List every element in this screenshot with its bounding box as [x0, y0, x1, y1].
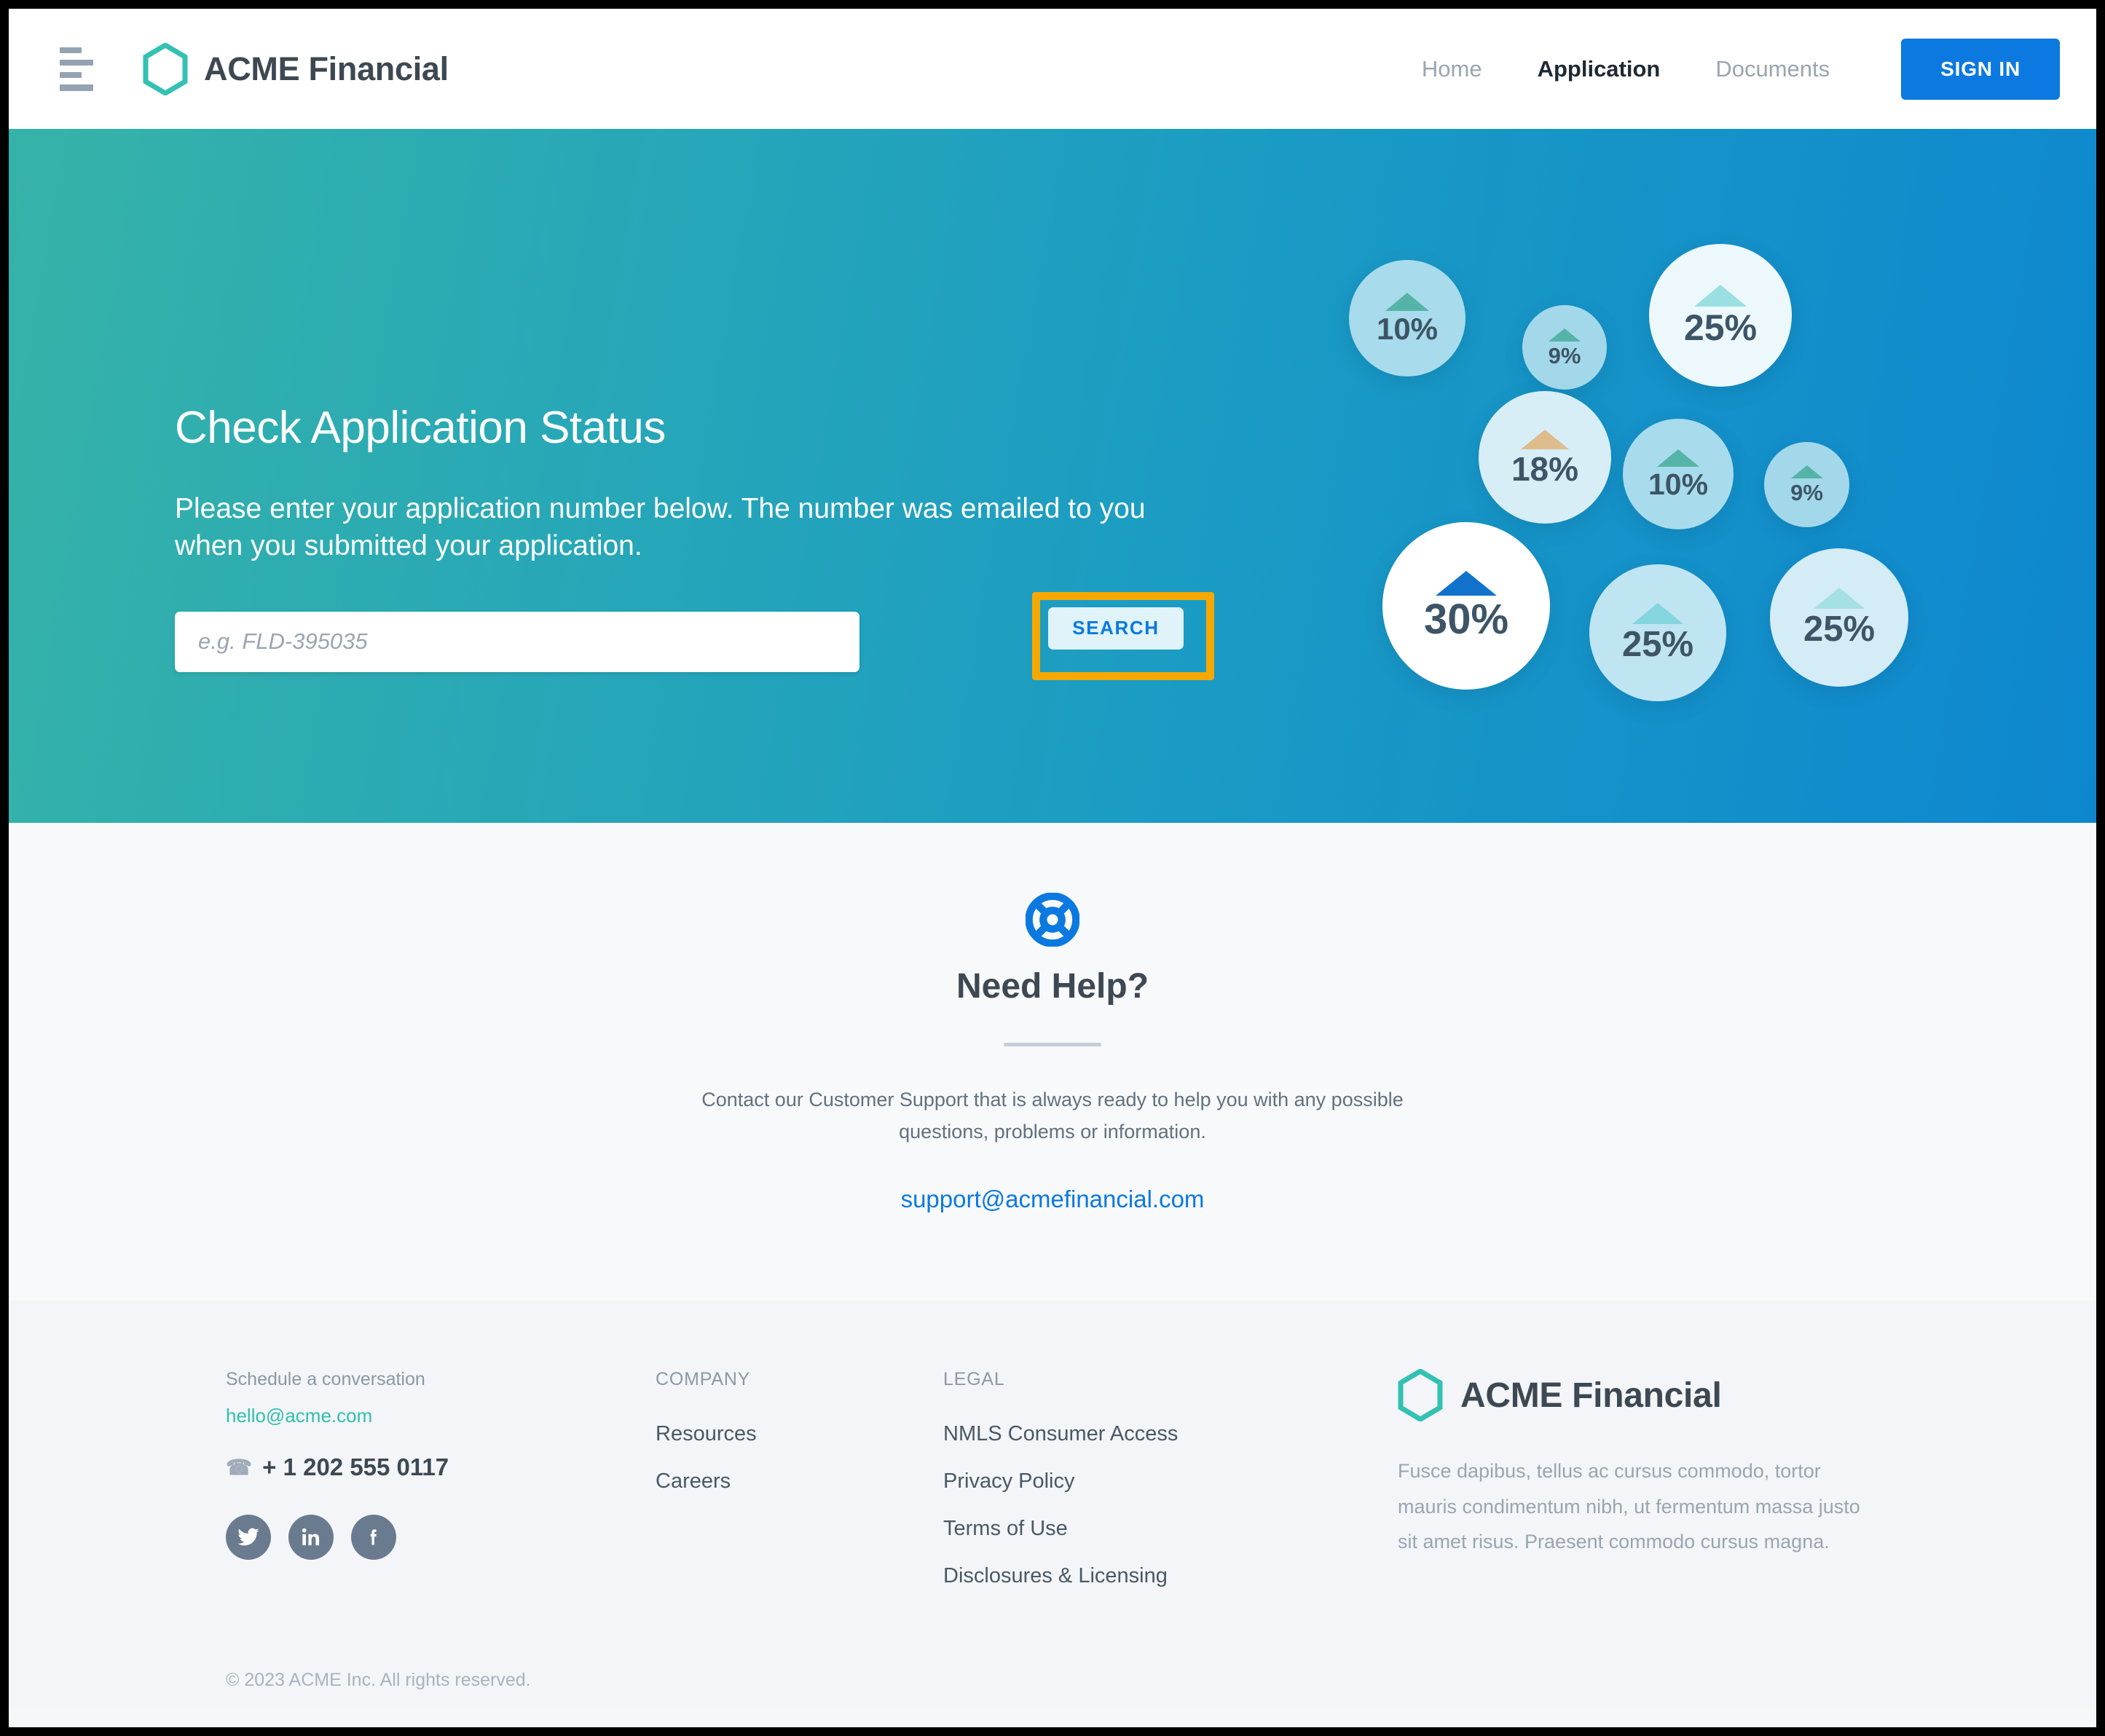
- social-links: [226, 1515, 656, 1561]
- footer-legal-column: LEGAL NMLS Consumer Access Privacy Polic…: [943, 1369, 1380, 1611]
- nav-item-documents[interactable]: Documents: [1688, 56, 1857, 82]
- search-button[interactable]: SEARCH: [1048, 607, 1184, 650]
- stat-bubble: 25%: [1770, 548, 1908, 687]
- hero-subtitle: Please enter your application number bel…: [175, 493, 1146, 562]
- need-help-section: Need Help? Contact our Customer Support …: [9, 823, 2096, 1301]
- stat-bubble-value: 25%: [1683, 307, 1758, 348]
- hexagon-logo-icon: [143, 42, 188, 95]
- phone-icon: ☎: [226, 1456, 253, 1480]
- stat-bubble: 9%: [1522, 305, 1607, 390]
- trend-up-arrow-icon: [1385, 292, 1429, 311]
- stat-bubble: 25%: [1649, 244, 1792, 387]
- copyright-text: © 2023 ACME Inc. All rights reserved.: [226, 1670, 531, 1691]
- phone-number: + 1 202 555 0117: [262, 1453, 449, 1481]
- primary-nav: Home Application Documents: [1394, 56, 1857, 82]
- hero-content: Check Application Status Please enter yo…: [175, 402, 1214, 680]
- nav-item-application[interactable]: Application: [1510, 56, 1688, 82]
- twitter-icon[interactable]: [226, 1515, 271, 1561]
- hamburger-menu-icon[interactable]: [60, 47, 93, 91]
- stat-bubble: 18%: [1479, 391, 1611, 524]
- hexagon-logo-icon: [1398, 1369, 1443, 1422]
- footer-brand: ACME Financial: [1398, 1369, 1879, 1422]
- brand-name: ACME Financial: [204, 50, 449, 87]
- screenshot-frame: ACME Financial Home Application Document…: [0, 0, 2105, 1736]
- page-title: Check Application Status: [175, 403, 666, 453]
- trend-up-arrow-icon: [1436, 571, 1497, 596]
- company-heading: COMPANY: [656, 1369, 751, 1390]
- need-help-body: Contact our Customer Support that is alw…: [701, 1089, 1404, 1143]
- facebook-glyph: [370, 1529, 377, 1545]
- footer-columns: Schedule a conversation hello@acme.com ☎…: [226, 1369, 1879, 1611]
- stat-bubble: 30%: [1382, 522, 1550, 690]
- footer-link-careers[interactable]: Careers: [656, 1469, 943, 1494]
- life-ring-icon: [1025, 892, 1080, 947]
- trend-up-arrow-icon: [1632, 603, 1683, 624]
- application-number-input[interactable]: [175, 611, 859, 672]
- footer-contact-column: Schedule a conversation hello@acme.com ☎…: [226, 1369, 656, 1561]
- support-email-link[interactable]: support@acmefinancial.com: [901, 1185, 1205, 1212]
- page-root: ACME Financial Home Application Document…: [9, 9, 2096, 1727]
- statistics-bubble-chart: 10% 9% 25% 18% 10% 9% 30% 25% 25%: [1349, 231, 1968, 784]
- stat-bubble-value: 25%: [1621, 625, 1694, 664]
- footer-link-nmls[interactable]: NMLS Consumer Access: [943, 1422, 1380, 1446]
- hero-section: Check Application Status Please enter yo…: [9, 129, 2096, 823]
- trend-up-arrow-icon: [1549, 328, 1581, 342]
- twitter-glyph: [237, 1528, 259, 1546]
- footer-brand-column: ACME Financial Fusce dapibus, tellus ac …: [1380, 1369, 1879, 1558]
- trend-up-arrow-icon: [1790, 465, 1823, 478]
- stat-bubble: 25%: [1589, 564, 1726, 701]
- stat-bubble-value: 9%: [1548, 342, 1581, 368]
- footer-link-privacy[interactable]: Privacy Policy: [943, 1469, 1380, 1494]
- section-divider: [1004, 1043, 1101, 1046]
- sign-in-button[interactable]: SIGN IN: [1901, 38, 2060, 100]
- linkedin-icon[interactable]: [288, 1515, 334, 1561]
- legal-heading: LEGAL: [943, 1369, 1005, 1390]
- top-navigation-bar: ACME Financial Home Application Document…: [9, 9, 2096, 129]
- footer-link-resources[interactable]: Resources: [656, 1422, 943, 1446]
- schedule-label: Schedule a conversation: [226, 1369, 425, 1390]
- footer-description: Fusce dapibus, tellus ac cursus commodo,…: [1398, 1460, 1860, 1552]
- linkedin-glyph: [302, 1528, 320, 1546]
- stat-bubble-value: 25%: [1803, 609, 1876, 649]
- site-footer: Schedule a conversation hello@acme.com ☎…: [9, 1301, 2096, 1709]
- need-help-title: Need Help?: [956, 967, 1149, 1006]
- trend-up-arrow-icon: [1814, 588, 1865, 609]
- contact-phone: ☎ + 1 202 555 0117: [226, 1453, 656, 1481]
- contact-email-link[interactable]: hello@acme.com: [226, 1405, 372, 1427]
- nav-item-home[interactable]: Home: [1394, 56, 1510, 82]
- stat-bubble-value: 30%: [1423, 596, 1509, 643]
- application-search-form: SEARCH: [175, 591, 1214, 680]
- facebook-icon[interactable]: [351, 1515, 396, 1561]
- trend-up-arrow-icon: [1657, 449, 1699, 467]
- stat-bubble: 10%: [1623, 419, 1734, 529]
- trend-up-arrow-icon: [1521, 429, 1569, 449]
- trend-up-arrow-icon: [1694, 285, 1747, 307]
- brand-logo[interactable]: ACME Financial: [143, 42, 449, 95]
- footer-brand-name: ACME Financial: [1460, 1376, 1722, 1415]
- footer-link-disclosures[interactable]: Disclosures & Licensing: [943, 1564, 1380, 1588]
- stat-bubble-value: 10%: [1376, 311, 1439, 346]
- stat-bubble-value: 10%: [1648, 467, 1709, 501]
- stat-bubble: 10%: [1349, 260, 1465, 376]
- stat-bubble: 9%: [1764, 442, 1849, 527]
- stat-bubble-value: 9%: [1790, 480, 1823, 505]
- footer-link-terms[interactable]: Terms of Use: [943, 1517, 1380, 1541]
- footer-company-column: COMPANY Resources Careers: [656, 1369, 943, 1517]
- stat-bubble-value: 18%: [1511, 449, 1579, 488]
